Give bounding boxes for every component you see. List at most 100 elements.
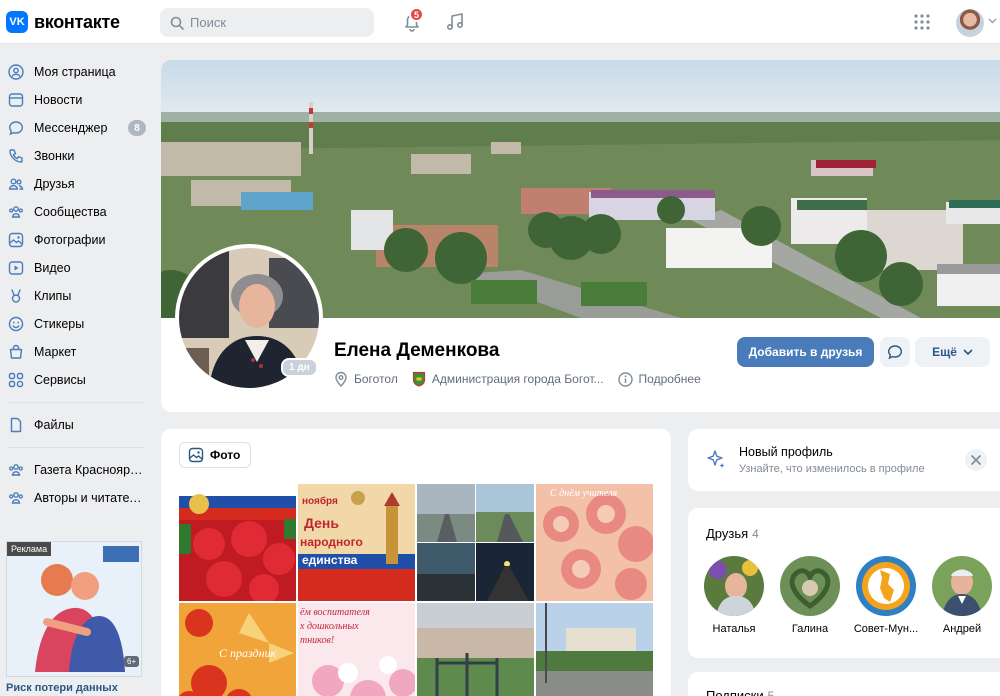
sidebar-item-photos[interactable]: Фотографии (0, 226, 152, 254)
search-box[interactable] (160, 8, 374, 37)
message-icon (8, 121, 24, 136)
sparkle-icon (707, 450, 725, 468)
photo-playground (417, 603, 534, 696)
friend-photo (932, 556, 992, 616)
friend-name: Галина (791, 623, 829, 635)
market-icon (9, 344, 23, 359)
sidebar-item-label: Стикеры (34, 317, 85, 331)
profile-city[interactable]: Боготол (334, 371, 398, 387)
new-profile-subtitle: Узнайте, что изменилось в профиле (739, 463, 925, 475)
sidebar-item-calls[interactable]: Звонки (0, 142, 152, 170)
search-icon (170, 16, 184, 30)
sidebar-item-label: Фотографии (34, 233, 106, 247)
message-button[interactable] (880, 337, 910, 367)
svg-text:тников!: тников! (300, 635, 334, 646)
photo-thumbnail[interactable]: С праздник (179, 603, 296, 696)
friend-item[interactable]: Андрей (924, 556, 1000, 635)
sidebar-item-communities[interactable]: Сообщества (0, 198, 152, 226)
friend-photo (780, 556, 840, 616)
photo-road-collage (417, 484, 534, 601)
subscriptions-count: 5 (767, 689, 775, 696)
video-icon (8, 261, 24, 275)
photo-grid: ноября День народного единства С днём уч… (179, 484, 653, 696)
sidebar-item-group[interactable]: Газета Красноярс... (0, 456, 152, 484)
photo-thumbnail[interactable] (536, 603, 653, 696)
subscriptions-card: Подписки 5 (688, 672, 1000, 696)
friends-header[interactable]: Друзья 4 (706, 526, 759, 541)
sidebar-item-news[interactable]: Новости (0, 86, 152, 114)
more-actions-button[interactable]: Ещё (915, 337, 990, 367)
photo-thumbnail[interactable] (417, 603, 534, 696)
friend-avatar (856, 556, 916, 616)
photo-town-square (536, 603, 653, 696)
last-seen-badge: 1 дн (281, 358, 318, 377)
add-friend-button[interactable]: Добавить в друзья (737, 337, 874, 367)
new-profile-card[interactable]: Новый профиль Узнайте, что изменилось в … (688, 429, 1000, 491)
sidebar-item-friends[interactable]: Друзья (0, 170, 152, 198)
more-info-text: Подробнее (638, 372, 701, 386)
photo-thumbnail[interactable]: ём воспитателя х дошкольных тников! (298, 603, 415, 696)
close-icon (971, 455, 981, 465)
ad-banner[interactable]: Реклама 6+ (6, 541, 142, 677)
coat-of-arms-icon (412, 371, 425, 387)
profile-card: 1 дн Елена Деменкова Боготол Администрац… (161, 60, 1000, 412)
sidebar-item-messenger[interactable]: Мессенджер 8 (0, 114, 152, 142)
photo-pink-roses: С днём учителя (536, 484, 653, 601)
photo-icon (188, 447, 204, 463)
close-button[interactable] (965, 449, 987, 471)
sidebar-item-group[interactable]: Авторы и читател... (0, 484, 152, 512)
photo-roses-flag (179, 484, 296, 601)
friend-name: Совет-Мун... (853, 623, 919, 635)
friend-avatar (780, 556, 840, 616)
svg-text:С праздник: С праздник (219, 646, 277, 660)
sticker-icon (8, 316, 24, 332)
profile-name: Елена Деменкова (334, 340, 500, 361)
photo-thumbnail[interactable]: С днём учителя (536, 484, 653, 601)
svg-text:единства: единства (302, 553, 358, 567)
friend-item[interactable]: Наталья (696, 556, 772, 635)
photos-card: Фото ноября День народного единства С дн… (161, 429, 671, 696)
photo-thumbnail[interactable]: ноября День народного единства (298, 484, 415, 601)
svg-text:День: День (304, 515, 339, 531)
sidebar-item-stickers[interactable]: Стикеры (0, 310, 152, 338)
communities-icon (9, 464, 23, 476)
user-avatar[interactable] (956, 9, 984, 37)
friend-name: Наталья (712, 623, 756, 635)
tab-photos-label: Фото (210, 448, 241, 462)
svg-text:С днём учителя: С днём учителя (550, 488, 617, 499)
search-input[interactable] (190, 15, 360, 30)
workplace-text: Администрация города Богот... (431, 372, 604, 386)
profile-workplace[interactable]: Администрация города Богот... (412, 371, 604, 387)
new-profile-title: Новый профиль (739, 445, 833, 459)
friends-icon (8, 178, 24, 190)
subscriptions-header[interactable]: Подписки 5 (706, 688, 774, 696)
photo-thumbnail[interactable] (417, 484, 534, 601)
vk-logo[interactable]: VK вконтакте (6, 11, 120, 33)
friend-item[interactable]: Галина (772, 556, 848, 635)
sidebar-divider (8, 447, 144, 448)
chevron-down-icon[interactable] (988, 18, 997, 24)
sidebar-item-services[interactable]: Сервисы (0, 366, 152, 394)
sidebar-item-label: Моя страница (34, 65, 116, 79)
more-label: Ещё (932, 345, 957, 359)
apps-grid-icon[interactable] (913, 13, 931, 31)
music-icon[interactable] (443, 10, 467, 34)
photo-thumbnail[interactable] (179, 484, 296, 601)
sidebar-item-files[interactable]: Файлы (0, 411, 152, 439)
sidebar-item-label: Газета Красноярс... (34, 463, 144, 477)
profile-more-info[interactable]: Подробнее (617, 371, 701, 387)
profile-info-row: Боготол Администрация города Богот... По… (334, 371, 715, 387)
city-text: Боготол (354, 372, 398, 386)
tab-photos[interactable]: Фото (179, 442, 252, 468)
logo-text: вконтакте (34, 11, 120, 32)
sidebar-item-clips[interactable]: Клипы (0, 282, 152, 310)
sidebar-item-my-page[interactable]: Моя страница (0, 58, 152, 86)
sidebar-item-market[interactable]: Маркет (0, 338, 152, 366)
svg-text:народного: народного (300, 535, 363, 549)
ad-title-link[interactable]: Риск потери данных (6, 682, 118, 694)
sidebar-item-label: Звонки (34, 149, 75, 163)
sidebar-item-video[interactable]: Видео (0, 254, 152, 282)
friend-item[interactable]: Совет-Мун... (848, 556, 924, 635)
sidebar-item-label: Клипы (34, 289, 72, 303)
friend-avatar (704, 556, 764, 616)
